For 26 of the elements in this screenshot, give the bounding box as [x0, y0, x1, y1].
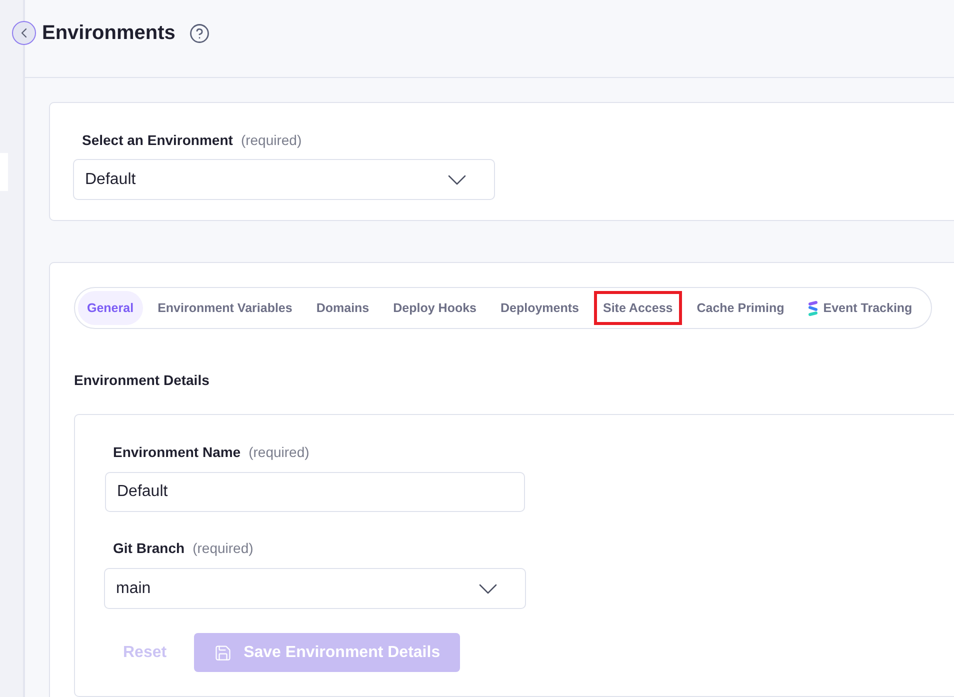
page-title: Environments — [42, 21, 176, 45]
tab[interactable]: Deployments — [492, 291, 588, 325]
chevron-down-icon — [448, 174, 466, 184]
save-icon — [214, 644, 232, 662]
stacked-bars-icon — [808, 300, 818, 316]
field-label: Git Branch — [113, 539, 185, 558]
field-label: Environment Name — [113, 443, 241, 462]
help-icon — [189, 23, 210, 44]
tab[interactable]: Event Tracking — [799, 291, 922, 325]
select-field[interactable]: main — [104, 568, 526, 609]
required-hint: (required) — [240, 131, 302, 150]
tab[interactable]: Cache Priming — [688, 291, 794, 325]
required-hint: (required) — [192, 539, 254, 558]
required-hint: (required) — [248, 443, 310, 462]
chevron-left-icon — [21, 28, 27, 38]
input-field[interactable]: Default — [105, 472, 525, 512]
tab[interactable]: Domains — [307, 291, 378, 325]
tab[interactable]: Environment Variables — [148, 291, 302, 325]
chevron-down-icon — [479, 584, 497, 594]
tab[interactable]: Deploy Hooks — [384, 291, 486, 325]
field-label: Select an Environment — [82, 131, 233, 150]
tab[interactable]: Site Access — [594, 291, 682, 325]
back-button[interactable] — [12, 21, 36, 45]
section-heading: Environment Details — [74, 371, 210, 389]
tab[interactable]: General — [78, 291, 143, 325]
select-field[interactable]: Default — [73, 159, 495, 200]
